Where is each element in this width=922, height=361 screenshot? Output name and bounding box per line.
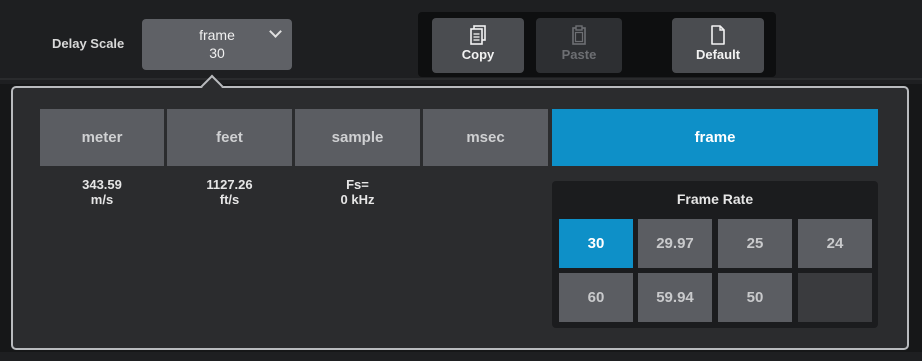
feet-speed-readout: 1127.26 ft/s: [167, 177, 292, 207]
meter-speed-value: 343.59: [82, 177, 122, 192]
frame-rate-title: Frame Rate: [676, 191, 754, 207]
feet-speed-unit: ft/s: [219, 192, 240, 207]
paste-icon: [572, 25, 586, 45]
bottom-strip: [0, 352, 922, 361]
clipboard-toolbar: Copy Paste Default: [418, 12, 776, 77]
unit-button-feet[interactable]: feet: [167, 109, 292, 166]
default-button[interactable]: Default: [672, 18, 764, 73]
document-icon: [711, 25, 725, 45]
copy-button[interactable]: Copy: [432, 18, 524, 73]
sample-rate-value: 0 kHz: [340, 192, 375, 207]
delay-scale-label: Delay Scale: [52, 36, 125, 51]
unit-button-frame[interactable]: frame: [552, 109, 878, 166]
meter-speed-unit: m/s: [90, 192, 114, 207]
default-label: Default: [695, 47, 741, 62]
copy-label: Copy: [461, 47, 495, 62]
delay-scale-selector[interactable]: frame 30: [142, 19, 292, 70]
frame-rate-24[interactable]: 24: [798, 219, 872, 268]
top-bar-divider: [0, 78, 922, 80]
frame-rate-50[interactable]: 50: [718, 273, 792, 322]
paste-button[interactable]: Paste: [536, 18, 622, 73]
sample-rate-readout: Fs= 0 kHz: [295, 177, 420, 207]
meter-speed-readout: 343.59 m/s: [40, 177, 164, 207]
frame-rate-29-97[interactable]: 29.97: [638, 219, 712, 268]
unit-button-meter[interactable]: meter: [40, 109, 164, 166]
frame-rate-59-94[interactable]: 59.94: [638, 273, 712, 322]
frame-rate-empty-slot: [798, 273, 872, 322]
paste-label: Paste: [561, 47, 597, 62]
frame-rate-30[interactable]: 30: [559, 219, 633, 268]
frame-rate-25[interactable]: 25: [718, 219, 792, 268]
feet-speed-value: 1127.26: [206, 177, 253, 192]
unit-button-sample[interactable]: sample: [295, 109, 420, 166]
sample-rate-label: Fs=: [346, 177, 369, 192]
copy-icon: [470, 25, 486, 45]
unit-button-msec[interactable]: msec: [423, 109, 548, 166]
frame-rate-60[interactable]: 60: [559, 273, 633, 322]
delay-scale-value: 30: [209, 45, 225, 61]
